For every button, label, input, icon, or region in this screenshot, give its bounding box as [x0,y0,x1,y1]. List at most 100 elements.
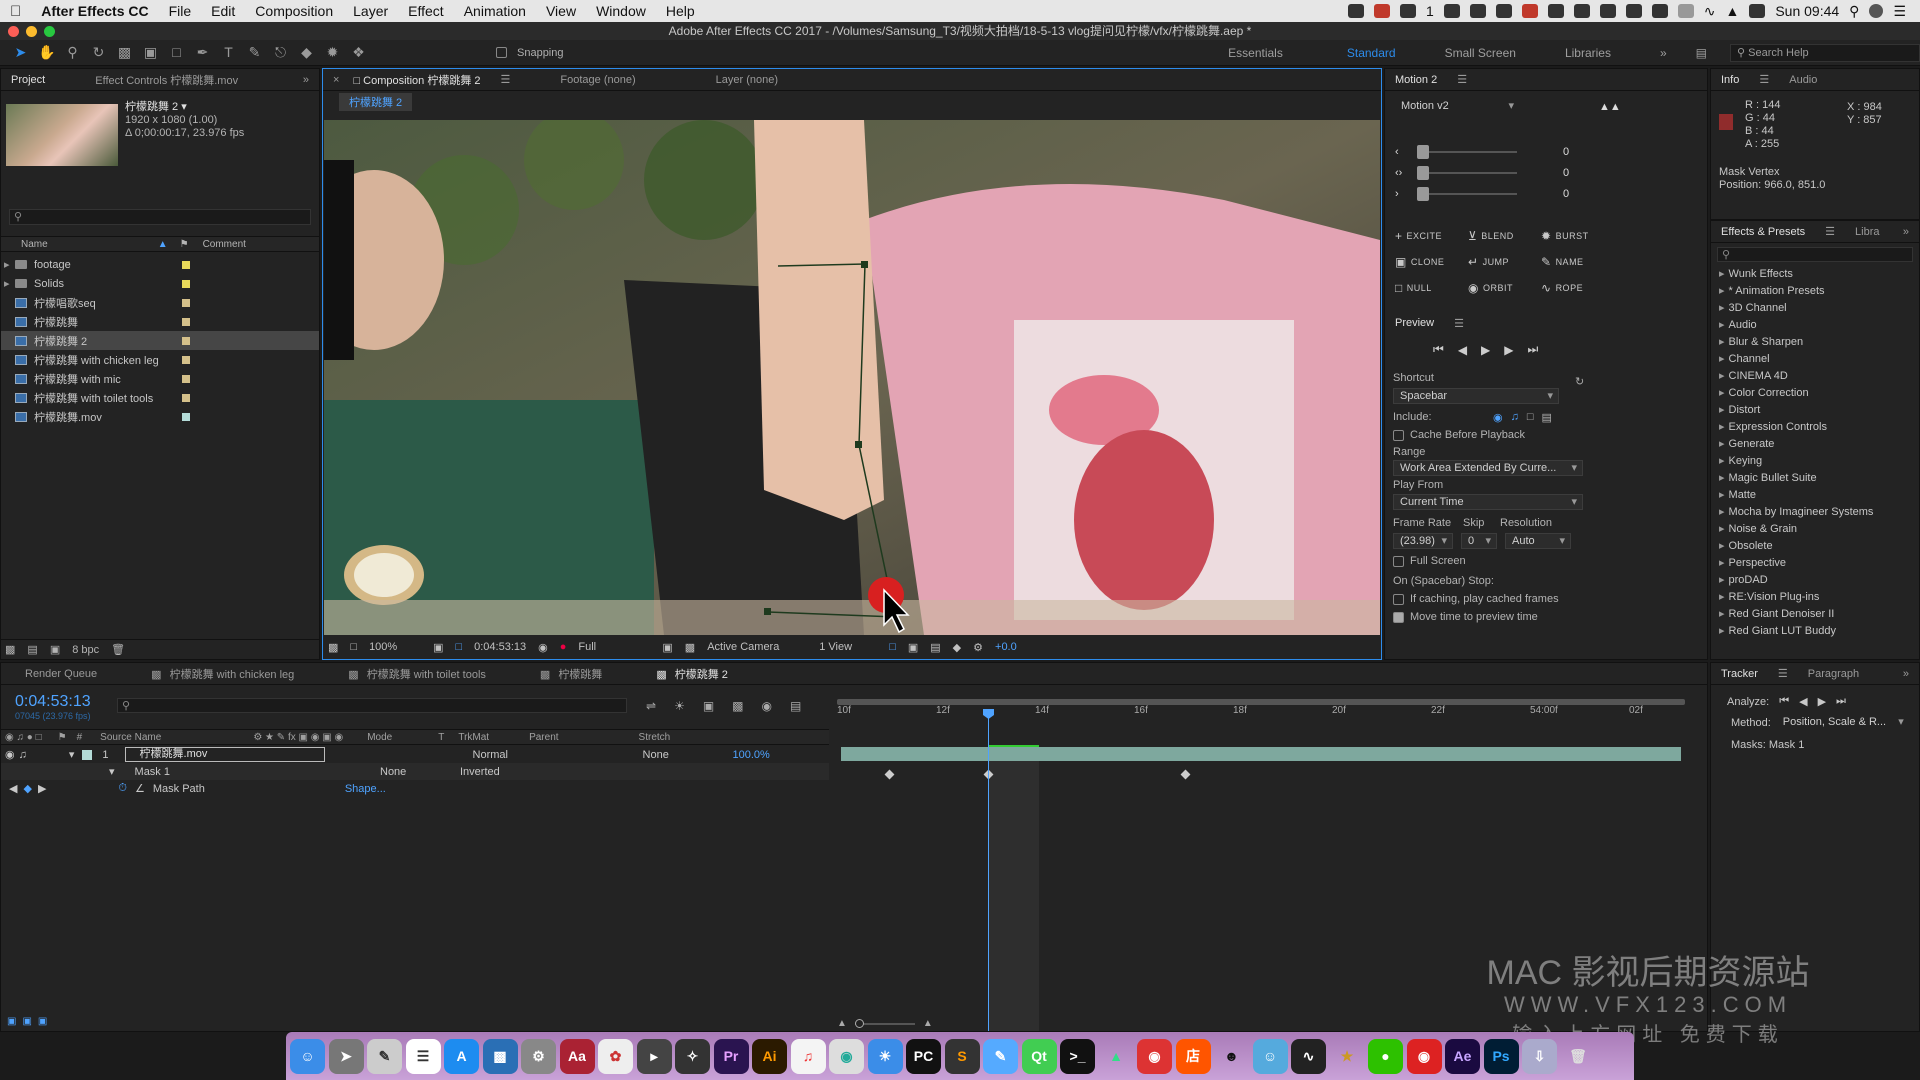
burst-button[interactable]: ✹ BURST [1541,229,1614,243]
resolution-dropdown[interactable]: Full [578,641,650,653]
expand-arrow-icon[interactable]: ▸ [1719,608,1725,620]
expand-arrow-icon[interactable]: ▸ [1719,574,1725,586]
hand-tool-icon[interactable]: ✋ [38,44,55,61]
keyframe-icon[interactable]: ◆ [23,782,31,795]
clone-stamp-tool-icon[interactable]: ⎋ [272,44,289,61]
range-dropdown[interactable]: Work Area Extended By Curre... [1393,460,1583,476]
toggle-pixel-aspect-icon[interactable]: □ [889,641,896,653]
selection-tool-icon[interactable]: ➤ [12,44,29,61]
menu-file[interactable]: File [159,3,202,19]
effect-category[interactable]: ▸ RE:Vision Plug-ins [1711,589,1919,606]
effect-category[interactable]: ▸ Mocha by Imagineer Systems [1711,504,1919,521]
effect-category[interactable]: ▸ Red Giant Denoiser II [1711,606,1919,623]
menu-help[interactable]: Help [656,3,705,19]
tab-paragraph[interactable]: Paragraph [1798,668,1869,680]
expand-arrow-icon[interactable]: ▸ [1719,302,1725,314]
frame-blending-icon[interactable]: ▩ [732,699,743,713]
new-folder-icon[interactable]: ▤ [27,643,37,656]
mask-path-value[interactable]: Shape... [345,783,386,795]
view-layout-dropdown[interactable]: 1 View [819,641,877,653]
motion-version-dropdown[interactable]: Motion v2 [1395,99,1519,115]
activity-monitor-icon[interactable]: ∿ [1291,1038,1326,1074]
expand-arrow-icon[interactable]: ▸ [1719,591,1725,603]
project-item[interactable]: 柠檬跳舞.mov [1,407,319,426]
timeline-search-input[interactable]: ⚲ [117,698,627,713]
panel-menu-icon[interactable]: ☰ [491,73,521,86]
audio-toggle-icon[interactable]: ♫ [19,749,27,761]
zoom-window-button[interactable] [44,26,55,37]
menu-effect[interactable]: Effect [398,3,454,19]
expand-arrow-icon[interactable]: ▸ [1719,455,1725,467]
analyze-forward-frame-icon[interactable]: ⏭ [1836,695,1846,708]
project-item[interactable]: 柠檬跳舞 2 [1,331,319,350]
transparency-grid-icon[interactable]: ▩ [685,641,695,654]
current-time-display[interactable]: 0:04:53:13 [474,641,526,653]
red-app-icon[interactable] [1521,4,1538,18]
monitor-icon[interactable]: □ [350,641,357,653]
effect-category[interactable]: ▸ * Animation Presets [1711,283,1919,300]
downloads-stack-icon[interactable]: ⇩ [1522,1038,1557,1074]
resolution-dropdown[interactable]: Auto [1505,533,1571,549]
davinci-resolve-icon[interactable]: ✧ [675,1038,710,1074]
tab-preview[interactable]: Preview [1385,317,1444,329]
previous-frame-icon[interactable]: ◀ [1458,343,1467,357]
notes-icon[interactable]: ☰ [405,1038,441,1074]
zoom-slider[interactable] [854,1018,915,1028]
exposure-value[interactable]: +0.0 [995,641,1017,653]
minimize-window-button[interactable] [26,26,37,37]
menu-view[interactable]: View [536,3,586,19]
apple-icon[interactable]:  [0,3,31,20]
zoom-dropdown[interactable]: 100% [369,641,421,653]
label-color[interactable] [182,317,190,326]
tab-project[interactable]: Project [1,74,55,86]
tab-layer[interactable]: Layer (none) [706,74,788,86]
orbit-button[interactable]: ◉ ORBIT [1468,281,1541,295]
rectangle-tool-icon[interactable]: □ [168,44,185,61]
notification-center-icon[interactable]: ☰ [1893,3,1906,20]
final-cut-icon[interactable]: ▸ [636,1038,672,1074]
fast-previews-icon[interactable]: ▣ [908,641,918,654]
mode-header[interactable]: Mode [367,732,392,743]
full-screen-checkbox[interactable] [1393,555,1404,567]
shortcut-dropdown[interactable]: Spacebar [1393,388,1559,404]
timeline-tab[interactable]: ▩ 柠檬跳舞 2 [646,666,738,682]
if-caching-checkbox[interactable] [1393,593,1404,605]
hat-icon[interactable] [1573,4,1590,18]
finder-window-icon[interactable]: ▩ [482,1038,518,1074]
workspace-libraries[interactable]: Libraries [1565,46,1611,60]
expand-layer-icon[interactable]: ▾ [69,748,75,761]
effect-category[interactable]: ▸ Matte [1711,487,1919,504]
wechat-icon[interactable]: ● [1368,1038,1403,1074]
browser-icon[interactable]: ☀ [867,1038,903,1074]
timeline-tab[interactable]: ▩ 柠檬跳舞 with chicken leg [141,666,304,682]
zoom-out-icon[interactable]: ▲ [837,1018,847,1029]
draft-3d-icon[interactable]: ☀ [674,699,685,713]
label-color[interactable] [182,260,190,269]
include-audio-icon[interactable]: ♫ [1511,411,1519,423]
jump-button[interactable]: ↵ JUMP [1468,255,1541,269]
method-dropdown[interactable]: Position, Scale & R... [1777,715,1909,731]
in-out-toggle-icon[interactable]: ▣ [38,1016,47,1027]
expand-arrow-icon[interactable]: ▸ [1719,557,1725,569]
sublime-icon[interactable]: S [944,1038,980,1074]
expand-arrow-icon[interactable]: ▸ [1719,370,1725,382]
expand-arrow-icon[interactable]: ▸ [1719,523,1725,535]
eraser-tool-icon[interactable]: ◆ [298,44,315,61]
chinese-input-icon[interactable] [1651,4,1668,18]
null-button[interactable]: □ NULL [1395,281,1468,295]
expand-arrow-icon[interactable]: ▸ [1719,353,1725,365]
finder-icon[interactable]: ☺ [290,1038,325,1074]
effect-category[interactable]: ▸ Magic Bullet Suite [1711,470,1919,487]
android-icon[interactable]: ▲ [1099,1039,1134,1074]
expand-arrow-icon[interactable]: ▸ [1719,472,1725,484]
effect-category[interactable]: ▸ Blur & Sharpen [1711,334,1919,351]
menu-window[interactable]: Window [586,3,656,19]
send-icon[interactable] [1495,4,1512,18]
type-tool-icon[interactable]: T [220,44,237,61]
trash-icon[interactable]: 🗑 [111,643,125,656]
tab-libraries[interactable]: Libra [1845,226,1889,238]
workspace-essentials[interactable]: Essentials [1228,46,1283,60]
expand-arrow-icon[interactable]: ▸ [4,277,10,290]
play-icon[interactable]: ▶ [1481,343,1490,357]
title-safe-icon[interactable]: ▣ [433,641,443,654]
